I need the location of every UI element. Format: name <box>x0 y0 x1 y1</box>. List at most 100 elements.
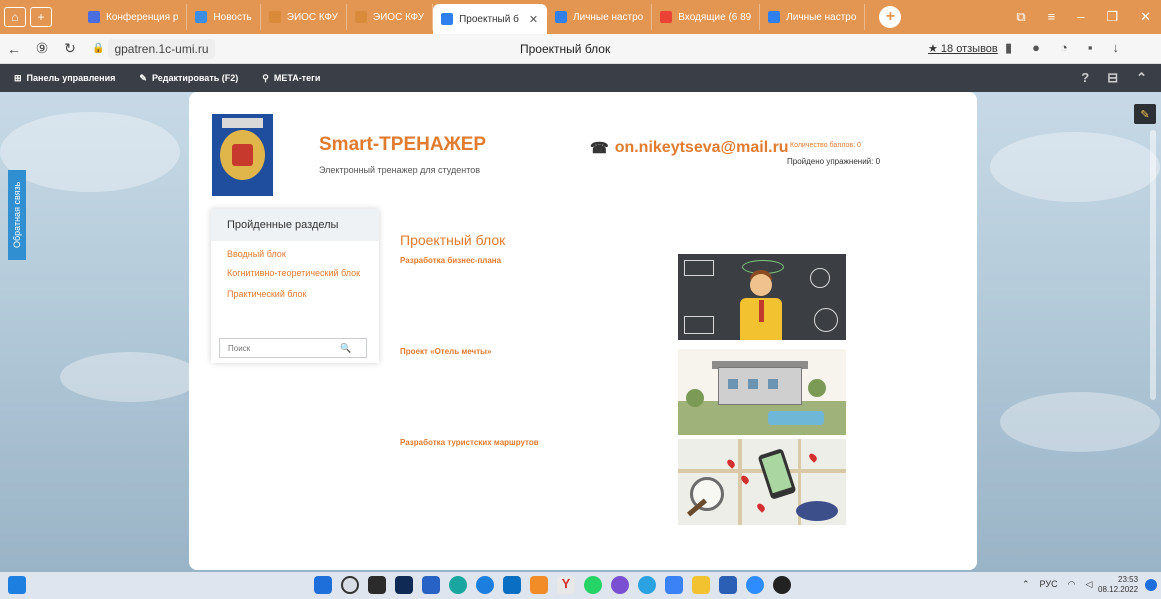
tab-favicon-icon <box>195 11 208 23</box>
extensions-icon[interactable]: ▪ <box>1088 40 1093 56</box>
tab-label: Входящие (6 89 <box>678 11 752 23</box>
presentation-app-icon[interactable] <box>422 576 440 594</box>
project-link-business-plan[interactable]: Разработка бизнес-плана <box>400 256 501 265</box>
address-bar: ← ⑨ ↻ 🔒 gpatren.1c-umi.ru Проектный блок… <box>0 34 1161 64</box>
person-tie <box>759 300 764 322</box>
dashboard-link[interactable]: ⊞ Панель управления <box>0 73 115 84</box>
tab-groups-icon[interactable]: + <box>30 7 52 27</box>
chevron-up-icon[interactable]: ⌃ <box>1022 579 1030 590</box>
content-card: Smart-ТРЕНАЖЕР Электронный тренажер для … <box>189 92 977 570</box>
volume-icon[interactable]: ◁ <box>1085 579 1092 590</box>
person-head <box>750 274 772 296</box>
tab-label: Личные настро <box>786 11 857 23</box>
new-tab-button[interactable]: + <box>879 6 902 28</box>
widgets-icon[interactable] <box>8 576 26 594</box>
score-counter: Количество баллов: 0 <box>790 142 861 149</box>
word-icon[interactable] <box>719 576 737 594</box>
email-text: on.nikeytseva@mail.ru <box>614 139 789 156</box>
page-title: Проектный блок <box>520 42 611 56</box>
telegram-icon[interactable] <box>638 576 656 594</box>
grid-icon: ⊞ <box>14 72 22 83</box>
pencil-icon: ✎ <box>139 72 147 83</box>
collapse-icon[interactable]: ⌃ <box>1136 70 1147 86</box>
chalk-chart <box>684 260 714 276</box>
project-link-tourist-routes[interactable]: Разработка туристских маршрутов <box>400 438 539 447</box>
scrollbar[interactable] <box>1150 130 1156 400</box>
tourist-routes-image[interactable] <box>678 439 846 525</box>
business-plan-image[interactable] <box>678 254 846 340</box>
edge-icon[interactable] <box>449 576 467 594</box>
minimize-icon[interactable]: – <box>1077 9 1084 25</box>
game-icon[interactable] <box>530 576 548 594</box>
meta-tags-link[interactable]: ⚲ META-теги <box>248 73 320 84</box>
task-view-icon[interactable] <box>368 576 386 594</box>
protect-icon[interactable]: ● <box>1032 40 1040 56</box>
dream-hotel-image[interactable] <box>678 349 846 435</box>
restore-icon[interactable]: ❐ <box>1106 9 1118 25</box>
yandex-browser-icon[interactable]: Y <box>557 576 575 594</box>
tab-label: Новость <box>213 11 252 23</box>
tab-item-active[interactable]: Проектный б ✕ <box>433 4 548 34</box>
chrome-icon[interactable] <box>476 576 494 594</box>
lang-indicator[interactable]: РУС <box>1040 579 1058 590</box>
home-icon[interactable]: ⌂ <box>4 7 26 27</box>
photoshop-icon[interactable] <box>395 576 413 594</box>
bookmarks-panel-icon[interactable]: ⧉ <box>1016 9 1025 25</box>
tab-item[interactable]: Личные настро <box>760 4 866 30</box>
obs-icon[interactable] <box>773 576 791 594</box>
file-explorer-icon[interactable] <box>692 576 710 594</box>
tab-item[interactable]: Конференция р <box>80 4 188 30</box>
reload-icon[interactable]: ↻ <box>56 40 84 57</box>
layout-icon[interactable]: ⊟ <box>1107 70 1118 86</box>
meta-label: META-теги <box>273 73 321 83</box>
search-icon[interactable]: 🔍 <box>340 343 351 354</box>
hotel-pool <box>768 411 824 425</box>
site-subtitle: Электронный тренажер для студентов <box>319 165 481 175</box>
logo-emblem <box>220 130 265 180</box>
bookmark-icon[interactable]: ▮ <box>1005 40 1012 56</box>
background-cloud <box>990 132 1160 202</box>
notification-icon[interactable] <box>1145 579 1157 591</box>
hotel-tree <box>686 389 704 407</box>
sidebar-item-practical[interactable]: Практический блок <box>211 289 379 300</box>
tab-item[interactable]: ЭИОС КФУ <box>261 4 347 30</box>
tab-favicon-icon <box>354 11 367 23</box>
pin-icon[interactable]: ✎ <box>1134 104 1156 124</box>
search-taskbar-icon[interactable] <box>341 576 359 594</box>
tab-item[interactable]: Входящие (6 89 <box>652 4 761 30</box>
yandex-icon[interactable]: ⑨ <box>28 40 56 57</box>
search-input[interactable] <box>220 343 340 353</box>
back-icon[interactable]: ← <box>0 41 28 57</box>
menu-icon[interactable]: ≡ <box>1048 9 1056 25</box>
close-tab-icon[interactable]: ✕ <box>529 13 538 26</box>
background-cloud <box>60 352 200 402</box>
url-field[interactable]: gpatren.1c-umi.ru <box>108 38 215 59</box>
reviews-link[interactable]: ★ 18 отзывов <box>928 42 998 55</box>
edit-link[interactable]: ✎ Редактировать (F2) <box>125 73 238 84</box>
help-icon[interactable]: ? <box>1081 70 1089 86</box>
contact-email[interactable]: ☎ on.nikeytseva@mail.ru <box>590 139 789 157</box>
passed-counter: Пройдено упражнений: 0 <box>787 157 881 166</box>
clock[interactable]: 23:53 08.12.2022 <box>1098 575 1138 595</box>
download-icon[interactable]: ↓ <box>1112 40 1119 56</box>
lock-icon[interactable]: 🔒 <box>92 43 104 54</box>
speaker-icon[interactable]: ◔ <box>1060 40 1068 56</box>
start-icon[interactable] <box>314 576 332 594</box>
whatsapp-icon[interactable] <box>584 576 602 594</box>
project-link-dream-hotel[interactable]: Проект «Отель мечты» <box>400 347 491 356</box>
close-window-icon[interactable]: ✕ <box>1140 9 1151 25</box>
tab-favicon-icon <box>88 11 100 23</box>
zoom-icon[interactable] <box>746 576 764 594</box>
wifi-icon[interactable]: ◠ <box>1068 579 1076 590</box>
site-title[interactable]: Smart-ТРЕНАЖЕР <box>319 134 486 156</box>
feedback-tab[interactable]: Обратная связь <box>8 170 26 260</box>
sidebar-item-intro[interactable]: Вводный блок <box>211 249 379 260</box>
tab-item[interactable]: Новость <box>187 4 261 30</box>
mail-app-icon[interactable] <box>503 576 521 594</box>
viber-icon[interactable] <box>611 576 629 594</box>
store-icon[interactable] <box>665 576 683 594</box>
taskbar-apps: Y <box>314 576 791 594</box>
tab-item[interactable]: Личные настро <box>547 4 653 30</box>
sidebar-item-cognitive[interactable]: Когнитивно-теоретический блок <box>211 268 379 279</box>
tab-item[interactable]: ЭИОС КФУ <box>347 4 434 30</box>
